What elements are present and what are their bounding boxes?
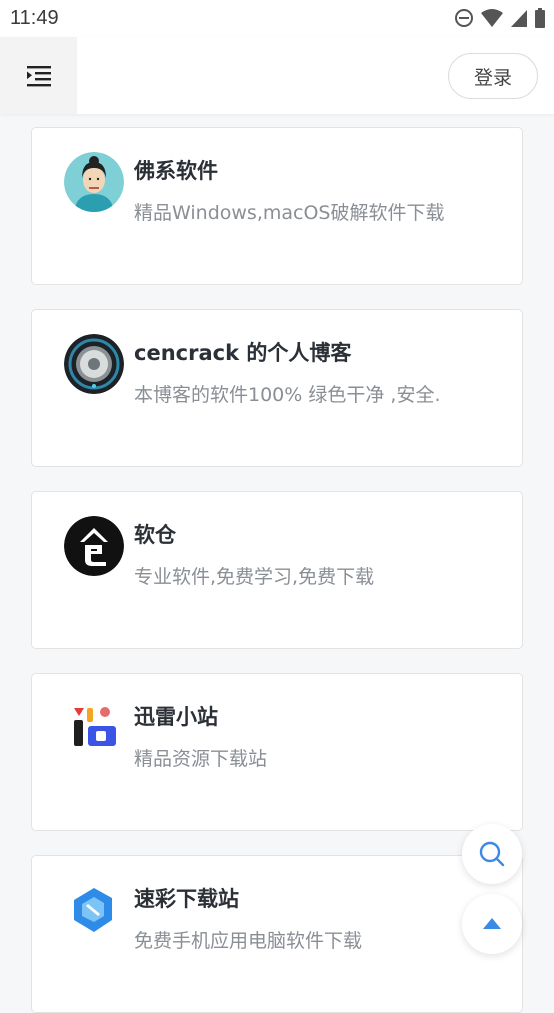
login-button[interactable]: 登录 — [448, 53, 538, 99]
site-card[interactable]: cencrack 的个人博客 本博客的软件100% 绿色干净 ,安全. — [31, 309, 523, 467]
site-card[interactable]: 软仓 专业软件,免费学习,免费下载 — [31, 491, 523, 649]
site-description: 免费手机应用电脑软件下载 — [134, 930, 363, 952]
site-description: 专业软件,免费学习,免费下载 — [134, 566, 375, 588]
wifi-icon — [481, 9, 503, 27]
top-header: 登录 — [0, 37, 554, 114]
site-description: 精品Windows,macOS破解软件下载 — [134, 202, 445, 224]
sucai-logo — [64, 880, 124, 940]
site-title: 软仓 — [134, 523, 176, 547]
knob-avatar — [64, 334, 124, 394]
cang-logo — [64, 516, 124, 576]
arrow-up-icon — [483, 918, 501, 929]
site-title: 速彩下载站 — [134, 887, 239, 911]
site-description: 本博客的软件100% 绿色干净 ,安全. — [134, 384, 441, 406]
back-to-top-button[interactable] — [462, 894, 522, 954]
menu-indent-icon — [26, 65, 51, 86]
search-button[interactable] — [462, 824, 522, 884]
xunlei-logo — [64, 698, 124, 758]
site-title: cencrack 的个人博客 — [134, 341, 352, 365]
do-not-disturb-icon — [455, 9, 473, 27]
site-card[interactable]: 佛系软件 精品Windows,macOS破解软件下载 — [31, 127, 523, 285]
site-card[interactable]: 速彩下载站 免费手机应用电脑软件下载 — [31, 855, 523, 1013]
site-card[interactable]: 迅雷小站 精品资源下载站 — [31, 673, 523, 831]
site-title: 迅雷小站 — [134, 705, 218, 729]
signal-icon — [511, 10, 527, 27]
menu-button[interactable] — [0, 37, 77, 114]
status-time: 11:49 — [10, 7, 59, 29]
site-title: 佛系软件 — [134, 159, 218, 183]
site-description: 精品资源下载站 — [134, 748, 268, 770]
status-icons — [454, 8, 546, 28]
status-bar: 11:49 — [0, 0, 554, 37]
portrait-avatar — [64, 152, 124, 212]
battery-icon — [535, 8, 545, 28]
search-icon — [479, 841, 505, 867]
